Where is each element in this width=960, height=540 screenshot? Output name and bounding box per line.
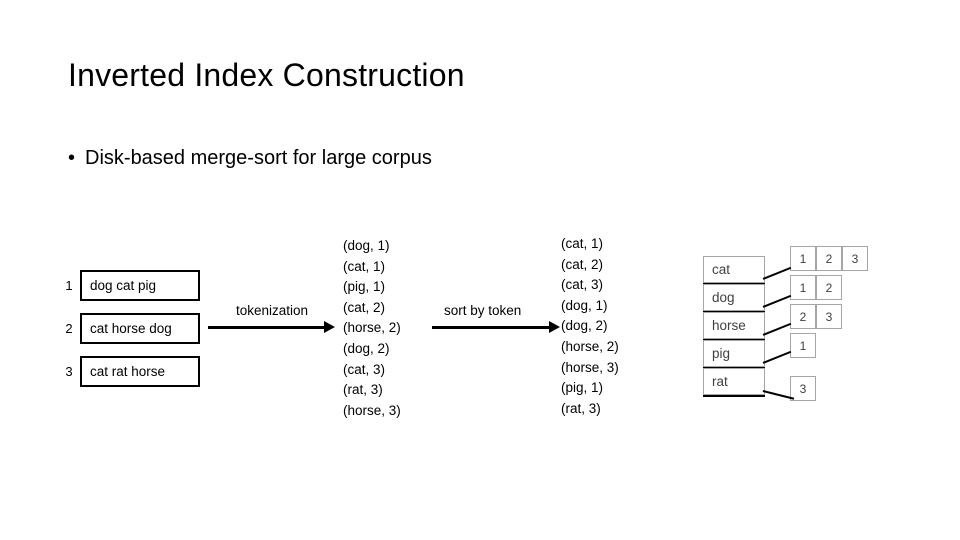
- postings-connector: [762, 322, 792, 336]
- posting-cell: 1: [790, 333, 816, 358]
- documents-column: 1 dog cat pig 2 cat horse dog 3 cat rat …: [58, 270, 200, 399]
- index-term: dog: [703, 284, 765, 311]
- document-row: 3 cat rat horse: [58, 356, 200, 387]
- token-pair: (cat, 3): [343, 361, 386, 377]
- postings-connector: [762, 266, 792, 280]
- document-id: 3: [65, 364, 73, 379]
- posting-cell: 3: [842, 246, 868, 271]
- token-pair: (horse, 3): [343, 402, 401, 418]
- bullet-marker: •: [68, 147, 76, 169]
- token-pair: (cat, 1): [561, 236, 604, 251]
- postings-connector: [762, 294, 792, 308]
- document-row: 1 dog cat pig: [58, 270, 200, 301]
- sorted-pairs-list: (cat, 1) (cat, 2) (cat, 3) (dog, 1) (dog…: [561, 234, 619, 419]
- token-pair: (cat, 3): [561, 277, 604, 293]
- document-box: dog cat pig: [80, 270, 200, 301]
- token-pair: (cat, 2): [343, 299, 386, 315]
- bullet-line: • Disk-based merge-sort for large corpus: [68, 147, 432, 170]
- token-pair: (rat, 3): [343, 382, 383, 398]
- index-term: cat: [703, 256, 765, 283]
- posting-cell: 2: [816, 275, 842, 300]
- tokenization-label: tokenization: [236, 303, 309, 318]
- token-pair: (dog, 2): [343, 340, 390, 356]
- index-term: rat: [703, 368, 765, 395]
- token-pair: (cat, 1): [343, 258, 386, 274]
- posting-cell: 2: [790, 304, 816, 329]
- slide-canvas: Inverted Index Construction • Disk-based …: [0, 0, 960, 540]
- page-title: Inverted Index Construction: [68, 57, 465, 93]
- posting-cell: 2: [816, 246, 842, 271]
- bullet-text: Disk-based merge-sort for large corpus: [85, 147, 432, 169]
- postings-connector: [762, 350, 792, 364]
- token-pair: (dog, 1): [343, 238, 390, 253]
- sort-arrow-line: [432, 326, 550, 329]
- token-pair: (horse, 2): [561, 338, 619, 354]
- document-box: cat rat horse: [80, 356, 200, 387]
- document-box: cat horse dog: [80, 313, 200, 344]
- posting-cell: 1: [790, 275, 816, 300]
- token-pair: (dog, 2): [561, 318, 608, 334]
- posting-cell: 3: [816, 304, 842, 329]
- token-pair: (dog, 1): [561, 297, 608, 313]
- token-pair: (rat, 3): [561, 400, 601, 416]
- tokenization-arrow-line: [208, 326, 325, 329]
- tokenized-pairs-list: (dog, 1) (cat, 1) (pig, 1) (cat, 2) (hor…: [343, 236, 401, 421]
- tokenization-arrow-head: [324, 321, 335, 333]
- token-pair: (pig, 1): [561, 380, 604, 396]
- posting-cell: 1: [790, 246, 816, 271]
- sort-arrow-head: [549, 321, 560, 333]
- document-id: 1: [65, 278, 73, 293]
- token-pair: (pig, 1): [343, 279, 386, 295]
- token-pair: (horse, 3): [561, 359, 619, 375]
- document-id: 2: [65, 321, 73, 336]
- document-row: 2 cat horse dog: [58, 313, 200, 344]
- sort-by-token-label: sort by token: [444, 303, 522, 318]
- index-term: pig: [703, 340, 765, 367]
- token-pair: (horse, 2): [343, 320, 401, 336]
- index-term: horse: [703, 312, 765, 339]
- token-pair: (cat, 2): [561, 256, 604, 272]
- term-underline: [703, 395, 765, 397]
